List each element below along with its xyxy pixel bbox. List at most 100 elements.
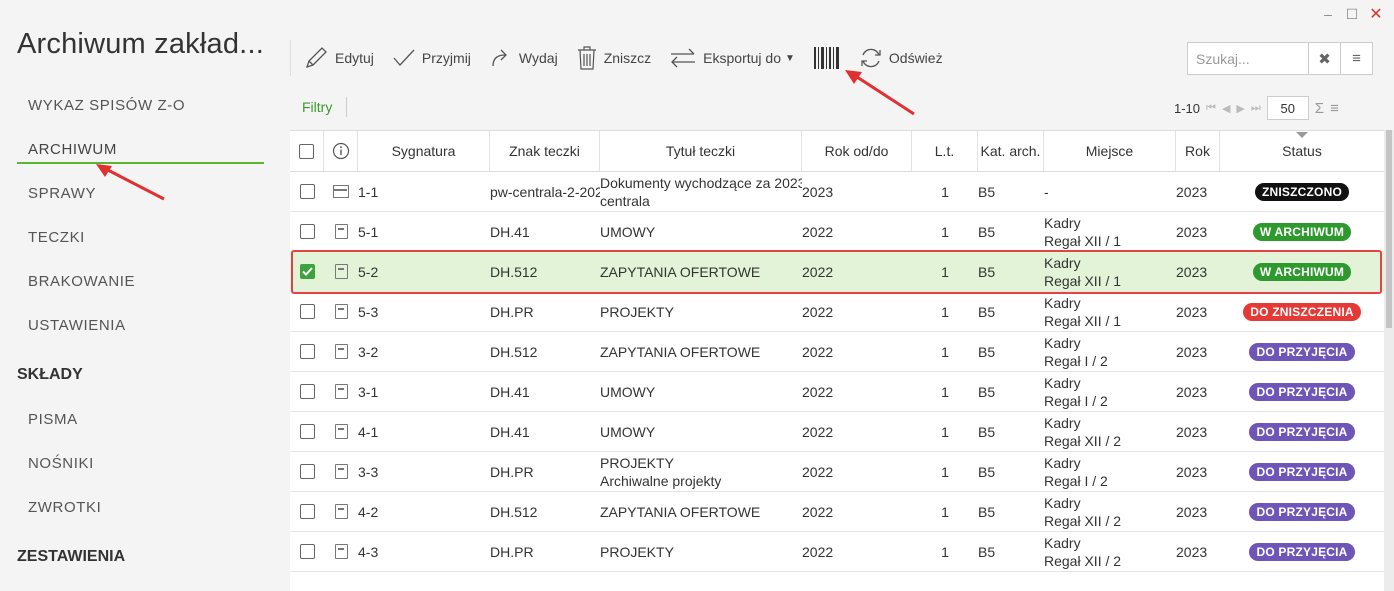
sidebar-item-wykaz[interactable]: WYKAZ SPISÓW Z-O — [28, 97, 185, 114]
sum-icon[interactable]: Σ — [1315, 100, 1324, 117]
row-checkbox[interactable] — [299, 544, 315, 559]
select-all-checkbox[interactable] — [299, 143, 314, 159]
sidebar-item-teczki[interactable]: TECZKI — [28, 229, 85, 246]
row-type-cell — [324, 252, 358, 291]
row-type-cell — [324, 412, 358, 451]
cell-sig: 3-1 — [358, 383, 379, 400]
cell-place: Kadry Regał I / 2 — [1044, 372, 1176, 411]
row-checkbox[interactable] — [299, 304, 315, 319]
edit-button[interactable]: Edytuj — [303, 45, 374, 71]
row-checkbox[interactable] — [299, 464, 315, 479]
row-select-cell — [290, 212, 324, 251]
sidebar-item-sprawy[interactable]: SPRAWY — [28, 185, 96, 202]
first-page-icon[interactable]: ⏮ — [1206, 102, 1216, 115]
cell-sig: 3-3 — [358, 463, 379, 480]
place-line-1: Kadry — [1044, 294, 1081, 311]
table-row[interactable]: 3-2 DH.512 ZAPYTANIA OFERTOWE 2022 1 B5 Kadry R… — [290, 332, 1384, 372]
table-row[interactable]: 1-1 pw-centrala-2-2023 Dokumenty wychodząc… — [290, 172, 1384, 212]
cell-status: DO ZNISZCZENIA — [1220, 292, 1384, 331]
last-page-icon[interactable]: ⏭ — [1251, 102, 1261, 115]
row-checkbox[interactable] — [299, 184, 315, 199]
export-dropdown[interactable]: Eksportuj do ▼ — [669, 46, 795, 70]
table-row[interactable]: 4-1 DH.41 UMOWY 2022 1 B5 Kadry Regał XII / 2 20… — [290, 412, 1384, 452]
cell-years: 2022 — [802, 263, 834, 280]
destroy-label: Zniszcz — [603, 50, 652, 66]
checkmark-icon — [301, 267, 313, 276]
sidebar-item-ustawienia[interactable]: USTAWIENIA — [28, 317, 126, 334]
table-row[interactable]: 5-1 DH.41 UMOWY 2022 1 B5 Kadry Regał XII / 1 20… — [290, 212, 1384, 252]
filters-link[interactable]: Filtry — [302, 99, 332, 115]
status-badge: DO PRZYJĘCIA — [1249, 542, 1355, 561]
col-cat[interactable]: Kat. arch. — [978, 131, 1044, 171]
cell-status: ZNISZCZONO — [1220, 172, 1384, 211]
refresh-label: Odśwież — [888, 50, 943, 66]
next-page-icon[interactable]: ▶ — [1236, 102, 1244, 115]
table-row[interactable]: 5-3 DH.PR PROJEKTY 2022 1 B5 Kadry Regał XII / … — [290, 292, 1384, 332]
prev-page-icon[interactable]: ◀ — [1222, 102, 1230, 115]
table-row[interactable]: 4-2 DH.512 ZAPYTANIA OFERTOWE 2022 1 B5 Kadry R… — [290, 492, 1384, 532]
cell-sig: 5-3 — [358, 303, 379, 320]
clear-search-icon[interactable]: ✖ — [1308, 43, 1340, 74]
sidebar-item-nosniki[interactable]: NOŚNIKI — [28, 455, 94, 472]
issue-button[interactable]: Wydaj — [489, 46, 558, 70]
row-select-cell — [290, 172, 324, 211]
cell-mark: DH.41 — [490, 423, 530, 440]
search-menu-icon[interactable]: ≡ — [1340, 43, 1372, 74]
section-zestawienia[interactable]: ZESTAWIENIA — [17, 548, 125, 566]
place-line-1: Kadry — [1044, 414, 1081, 431]
cell-sig: 1-1 — [358, 183, 379, 200]
status-badge: DO PRZYJĘCIA — [1249, 462, 1355, 481]
cell-title: PROJEKTY Archiwalne projekty — [600, 452, 802, 491]
grid-scrollbar[interactable] — [1384, 130, 1394, 591]
table-row[interactable]: 4-3 DH.PR PROJEKTY 2022 1 B5 Kadry Regał XII / … — [290, 532, 1384, 572]
place-line-2: Regał XII / 2 — [1044, 512, 1122, 529]
filters-divider — [346, 97, 347, 117]
col-year[interactable]: Rok — [1176, 131, 1220, 171]
search-input[interactable] — [1188, 43, 1308, 74]
cell-years: 2022 — [802, 463, 834, 480]
maximize-icon[interactable]: ☐ — [1340, 4, 1364, 24]
column-menu-icon[interactable]: ≡ — [1330, 100, 1339, 117]
sidebar-item-zwrotki[interactable]: ZWROTKI — [28, 499, 101, 516]
col-signature[interactable]: Sygnatura — [358, 131, 490, 171]
cell-lt: 1 — [941, 303, 949, 320]
page-size-input[interactable]: 50 — [1266, 96, 1309, 120]
col-years[interactable]: Rok od/do — [802, 131, 912, 171]
destroy-button[interactable]: Zniszcz — [576, 45, 651, 71]
table-row[interactable]: 3-1 DH.41 UMOWY 2022 1 B5 Kadry Regał I / 2 2023… — [290, 372, 1384, 412]
col-lt[interactable]: L.t. — [912, 131, 978, 171]
cell-mark: DH.512 — [490, 343, 538, 360]
swap-arrows-icon — [671, 48, 696, 68]
title-line-2: centrala — [600, 192, 650, 209]
cell-mark: DH.PR — [490, 463, 534, 480]
sidebar-item-pisma[interactable]: PISMA — [28, 411, 78, 428]
row-checkbox[interactable] — [299, 424, 315, 439]
barcode-button[interactable] — [813, 46, 841, 70]
table-row[interactable]: 3-3 DH.PR PROJEKTY Archiwalne projekty 2022 1… — [290, 452, 1384, 492]
col-place[interactable]: Miejsce — [1044, 131, 1176, 171]
row-checkbox[interactable] — [299, 264, 315, 279]
cell-sig: 3-2 — [358, 343, 379, 360]
cell-year: 2023 — [1176, 463, 1208, 480]
accept-button[interactable]: Przyjmij — [392, 46, 471, 70]
cell-years: 2023 — [802, 183, 834, 200]
col-mark[interactable]: Znak teczki — [490, 131, 600, 171]
section-sklady[interactable]: SKŁADY — [17, 366, 83, 384]
row-checkbox[interactable] — [299, 224, 315, 239]
minimize-icon[interactable]: – — [1316, 4, 1340, 24]
row-checkbox[interactable] — [299, 344, 315, 359]
row-checkbox[interactable] — [299, 384, 315, 399]
close-icon[interactable]: ✕ — [1364, 4, 1388, 24]
sidebar-item-brakowanie[interactable]: BRAKOWANIE — [28, 273, 135, 290]
col-title[interactable]: Tytuł teczki — [600, 131, 802, 171]
row-checkbox[interactable] — [299, 504, 315, 519]
refresh-button[interactable]: Odśwież — [859, 46, 943, 70]
cell-year: 2023 — [1176, 383, 1208, 400]
cell-years: 2022 — [802, 423, 834, 440]
toolbar: Edytuj Przyjmij Wydaj Zniszcz Eksportuj … — [290, 36, 961, 80]
scrollbar-thumb[interactable] — [1386, 130, 1392, 328]
toolbar-divider — [290, 40, 291, 76]
row-type-cell — [324, 292, 358, 331]
table-row[interactable]: 5-2 DH.512 ZAPYTANIA OFERTOWE 2022 1 B5 Kadry R… — [290, 252, 1384, 292]
sidebar-item-archiwum[interactable]: ARCHIWUM — [28, 141, 117, 158]
